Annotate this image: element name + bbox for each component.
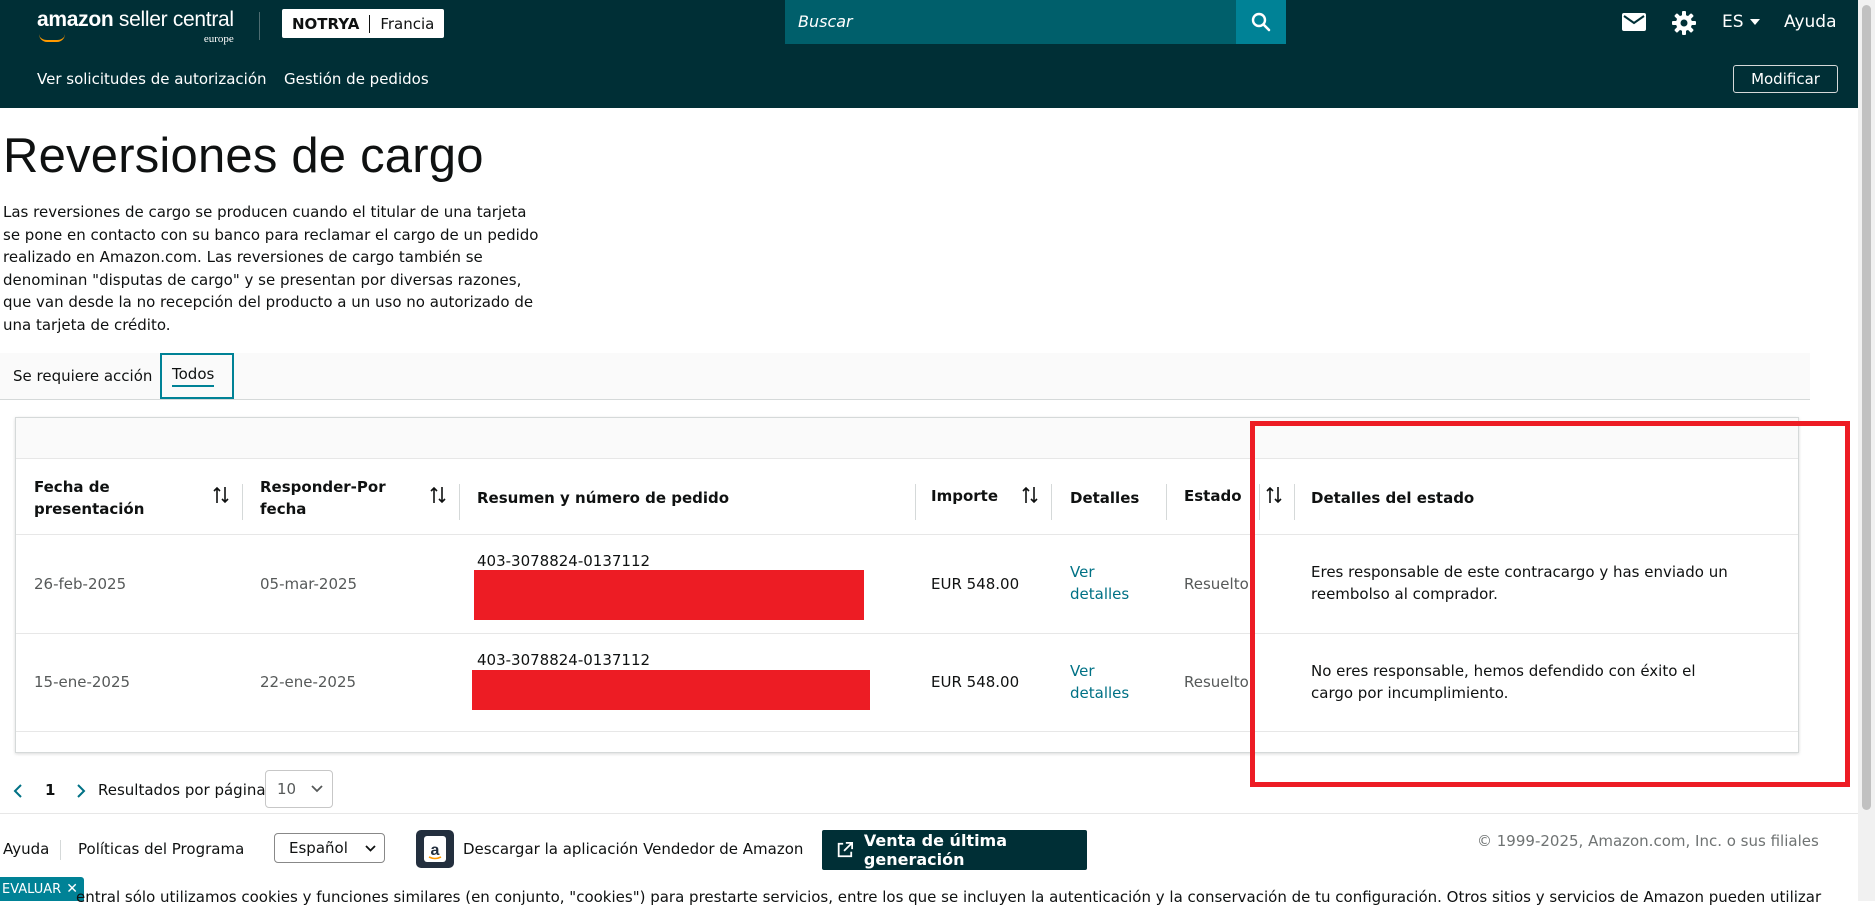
column-separator — [1166, 484, 1167, 520]
footer-policies-link[interactable]: Políticas del Programa — [78, 840, 244, 858]
footer-separator — [60, 840, 61, 860]
view-details-link[interactable]: Ver detalles — [1070, 561, 1140, 605]
per-page-value: 10 — [277, 780, 297, 798]
cell-amount: EUR 548.00 — [931, 575, 1020, 593]
redaction-box — [472, 670, 870, 710]
modify-button[interactable]: Modificar — [1733, 65, 1838, 93]
cell-filed-date: 26-feb-2025 — [34, 575, 127, 593]
column-header-status: Estado — [1184, 487, 1242, 505]
search-icon — [1251, 12, 1271, 32]
store-switcher[interactable]: NOTRYA Francia — [282, 9, 445, 38]
cookie-notice: entral sólo utilizamos cookies y funcion… — [76, 888, 1822, 906]
scrollbar-thumb[interactable] — [1862, 5, 1871, 810]
cell-status: Resuelto — [1184, 575, 1249, 593]
column-header-filed-date: Fecha de presentación — [34, 478, 145, 518]
messages-button[interactable] — [1622, 13, 1646, 35]
chevron-down-icon — [365, 845, 376, 852]
per-page-select[interactable]: 10 — [265, 770, 333, 808]
feedback-button[interactable]: EVALUAR ✕ — [0, 877, 84, 901]
next-gen-label: Venta de última generación — [863, 831, 1008, 869]
sort-icon[interactable] — [1022, 485, 1038, 505]
next-gen-selling-button[interactable]: Venta de última generación — [822, 830, 1087, 870]
language-selector[interactable]: ES — [1722, 12, 1760, 32]
per-page-label: Resultados por página — [98, 781, 266, 799]
logo-text: amazon seller central — [37, 8, 234, 31]
store-divider — [369, 14, 371, 33]
redaction-box — [474, 570, 864, 620]
search-button[interactable] — [1236, 0, 1286, 44]
sort-icon[interactable] — [430, 485, 446, 505]
mail-icon — [1622, 13, 1646, 31]
seller-central-logo[interactable]: amazon seller central europe — [37, 8, 234, 45]
cell-respond-by: 22-ene-2025 — [260, 673, 357, 691]
footer-help-link[interactable]: Ayuda — [3, 840, 49, 858]
language-label: ES — [1722, 12, 1744, 32]
search-input[interactable]: Buscar — [785, 0, 1236, 44]
tab-bar: Se requiere acción Todos — [0, 353, 1810, 400]
column-separator — [915, 484, 916, 520]
amazon-smile-icon — [39, 34, 65, 42]
gear-icon — [1672, 11, 1696, 35]
nav-authorization-requests[interactable]: Ver solicitudes de autorización — [37, 70, 267, 88]
column-header-details: Detalles — [1070, 489, 1140, 507]
cell-filed-date: 15-ene-2025 — [34, 673, 131, 691]
current-page[interactable]: 1 — [45, 781, 55, 799]
seller-app-icon[interactable]: a — [416, 830, 454, 868]
cell-order-number[interactable]: 403-3078824-0137112 — [477, 550, 650, 572]
settings-button[interactable] — [1672, 11, 1696, 39]
column-separator — [1051, 484, 1052, 520]
column-header-respond-by: Responder-Por fecha — [260, 478, 386, 518]
logo-region: europe — [203, 33, 234, 45]
external-link-icon — [837, 841, 854, 858]
chevron-right-icon[interactable] — [75, 783, 87, 799]
tab-label: Se requiere acción — [13, 367, 153, 385]
tab-label: Todos — [172, 365, 215, 387]
amazon-app-icon: a — [424, 836, 446, 862]
tab-action-required[interactable]: Se requiere acción — [13, 353, 152, 399]
sort-icon[interactable] — [213, 485, 229, 505]
cell-status: Resuelto — [1184, 673, 1249, 691]
caret-down-icon — [1749, 19, 1760, 25]
page-title: Reversiones de cargo — [3, 129, 484, 183]
view-details-link[interactable]: Ver detalles — [1070, 660, 1140, 704]
header-divider — [259, 12, 260, 40]
cell-amount: EUR 548.00 — [931, 673, 1020, 691]
secondary-nav-bar: Ver solicitudes de autorización Gestión … — [0, 53, 1858, 108]
footer-language-select[interactable]: Español — [274, 833, 385, 863]
help-link[interactable]: Ayuda — [1784, 12, 1837, 32]
svg-text:a: a — [431, 842, 440, 859]
chevron-down-icon — [311, 785, 323, 793]
column-header-amount: Importe — [931, 487, 998, 505]
cell-order-number[interactable]: 403-3078824-0137112 — [477, 649, 650, 671]
column-header-summary: Resumen y número de pedido — [477, 489, 730, 507]
page-intro: Las reversiones de cargo se producen cua… — [3, 203, 539, 334]
column-separator — [242, 484, 243, 520]
cell-respond-by: 05-mar-2025 — [260, 575, 358, 593]
nav-order-management[interactable]: Gestión de pedidos — [284, 70, 429, 88]
chevron-left-icon[interactable] — [12, 783, 24, 799]
annotation-highlight-box — [1250, 421, 1850, 787]
copyright: © 1999-2025, Amazon.com, Inc. o sus fili… — [1477, 832, 1819, 850]
search-placeholder: Buscar — [798, 12, 853, 31]
top-nav-bar: amazon seller central europe NOTRYA Fran… — [0, 0, 1858, 53]
download-app-link[interactable]: Descargar la aplicación Vendedor de Amaz… — [463, 840, 803, 858]
column-separator — [459, 484, 460, 520]
feedback-label: EVALUAR — [2, 881, 62, 897]
footer-divider — [0, 813, 1858, 814]
store-country: Francia — [380, 14, 435, 33]
language-select-value: Español — [289, 839, 348, 857]
store-name: NOTRYA — [292, 14, 360, 33]
tab-all[interactable]: Todos — [160, 353, 234, 399]
